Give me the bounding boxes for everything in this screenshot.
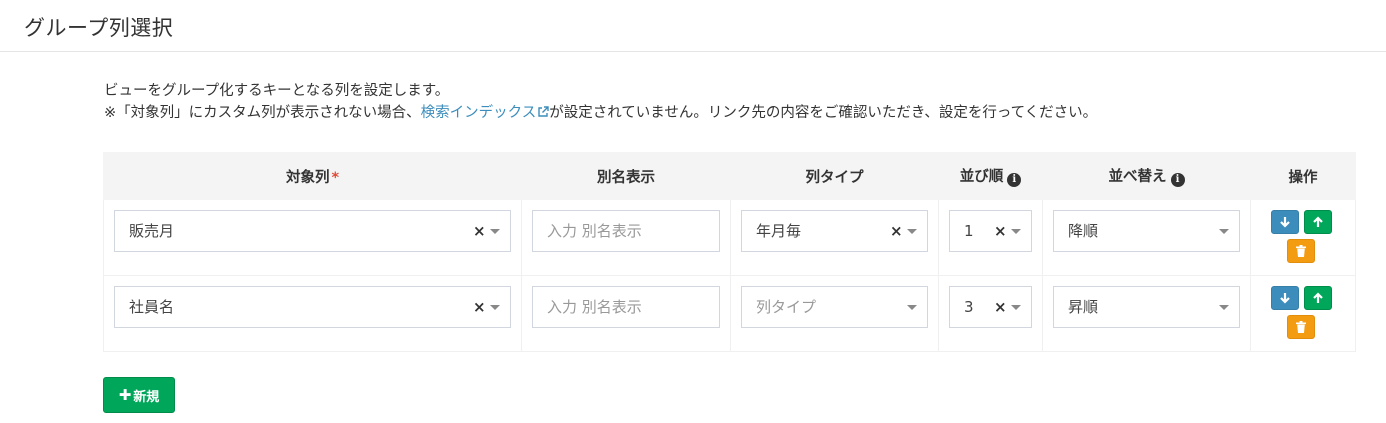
- description-line-1: ビューをグループ化するキーとなる列を設定します。: [104, 83, 450, 99]
- table-row: 販売月 × 入力 別名表示 年月毎 × 1 × 降順: [103, 199, 1356, 276]
- arrow-up-icon: [1313, 216, 1323, 227]
- column-type-placeholder: 列タイプ: [756, 298, 817, 316]
- clear-icon[interactable]: ×: [994, 287, 1007, 327]
- cell-order: 3 ×: [938, 275, 1043, 352]
- alias-input[interactable]: 入力 別名表示: [532, 286, 720, 328]
- header-alias: 別名表示: [521, 152, 731, 200]
- description-line-2-suffix: が設定されていません。リンク先の内容をご確認いただき、設定を行ってください。: [549, 105, 1098, 121]
- sort-value: 降順: [1068, 222, 1099, 240]
- target-column-value: 社員名: [129, 298, 175, 316]
- info-circle-icon[interactable]: i: [1007, 173, 1022, 187]
- target-column-value: 販売月: [129, 222, 175, 240]
- trash-icon: [1296, 321, 1306, 333]
- arrow-down-icon: [1280, 293, 1290, 304]
- move-down-button[interactable]: [1271, 286, 1299, 310]
- target-column-select[interactable]: 社員名 ×: [114, 286, 511, 328]
- info-circle-icon[interactable]: i: [1170, 173, 1185, 187]
- table-header-row: 対象列 * 別名表示 列タイプ 並び順 i 並べ替え i 操作: [103, 152, 1356, 200]
- add-new-button[interactable]: ✚ 新規: [103, 377, 175, 413]
- header-target-column: 対象列 *: [103, 152, 522, 200]
- cell-column-type: 年月毎 ×: [730, 199, 939, 276]
- chevron-down-icon[interactable]: [1011, 229, 1021, 234]
- alias-input[interactable]: 入力 別名表示: [532, 210, 720, 252]
- chevron-down-icon[interactable]: [1219, 229, 1229, 234]
- chevron-down-icon[interactable]: [490, 305, 500, 310]
- clear-icon[interactable]: ×: [473, 211, 486, 251]
- column-type-select[interactable]: 年月毎 ×: [741, 210, 928, 252]
- clear-icon[interactable]: ×: [994, 211, 1007, 251]
- plus-icon: ✚: [118, 386, 132, 404]
- move-up-button[interactable]: [1304, 286, 1332, 310]
- search-index-link[interactable]: 検索インデックス: [421, 105, 550, 121]
- order-select[interactable]: 3 ×: [949, 286, 1032, 328]
- order-value: 1: [964, 222, 974, 240]
- sort-value: 昇順: [1068, 298, 1099, 316]
- add-new-button-label: 新規: [133, 389, 160, 405]
- header-order-label: 並び順: [959, 169, 1004, 185]
- move-up-button[interactable]: [1304, 210, 1332, 234]
- table-row: 社員名 × 入力 別名表示 列タイプ 3 × 昇順: [103, 275, 1356, 352]
- description: ビューをグループ化するキーとなる列を設定します。 ※「対象列」にカスタム列が表示…: [104, 80, 1097, 124]
- cell-alias: 入力 別名表示: [521, 275, 731, 352]
- header-sort: 並べ替え i: [1042, 152, 1251, 200]
- header-actions: 操作: [1250, 152, 1356, 200]
- page-title: グループ列選択: [24, 16, 174, 40]
- order-select[interactable]: 1 ×: [949, 210, 1032, 252]
- required-mark: *: [331, 169, 340, 186]
- header-order: 並び順 i: [938, 152, 1043, 200]
- chevron-down-icon[interactable]: [490, 229, 500, 234]
- sort-select[interactable]: 昇順: [1053, 286, 1240, 328]
- search-index-link-label[interactable]: 検索インデックス: [421, 105, 537, 121]
- delete-button[interactable]: [1287, 315, 1315, 339]
- clear-icon[interactable]: ×: [890, 211, 903, 251]
- group-column-table: 対象列 * 別名表示 列タイプ 並び順 i 並べ替え i 操作 販売月 × 入力 別名…: [103, 152, 1356, 352]
- header-sort-label: 並べ替え: [1108, 169, 1167, 185]
- cell-actions: [1250, 275, 1356, 352]
- cell-actions: [1250, 199, 1356, 276]
- description-line-2: ※「対象列」にカスタム列が表示されない場合、検索インデックス が設定されていません…: [104, 102, 1097, 124]
- target-column-select[interactable]: 販売月 ×: [114, 210, 511, 252]
- delete-button[interactable]: [1287, 239, 1315, 263]
- trash-icon: [1296, 245, 1306, 257]
- order-value: 3: [964, 298, 974, 316]
- arrow-down-icon: [1280, 217, 1290, 228]
- cell-sort: 降順: [1042, 199, 1251, 276]
- cell-column-type: 列タイプ: [730, 275, 939, 352]
- cell-target: 販売月 ×: [103, 199, 522, 276]
- clear-icon[interactable]: ×: [473, 287, 486, 327]
- header-target-column-label: 対象列: [285, 169, 330, 186]
- chevron-down-icon[interactable]: [907, 305, 917, 310]
- cell-order: 1 ×: [938, 199, 1043, 276]
- cell-target: 社員名 ×: [103, 275, 522, 352]
- header-column-type: 列タイプ: [730, 152, 939, 200]
- move-down-button[interactable]: [1271, 210, 1299, 234]
- cell-alias: 入力 別名表示: [521, 199, 731, 276]
- external-link-icon[interactable]: [537, 106, 549, 118]
- chevron-down-icon[interactable]: [1011, 305, 1021, 310]
- chevron-down-icon[interactable]: [1219, 305, 1229, 310]
- page-header: グループ列選択: [0, 0, 1386, 52]
- description-line-2-prefix: ※「対象列」にカスタム列が表示されない場合、: [104, 105, 421, 121]
- column-type-select[interactable]: 列タイプ: [741, 286, 928, 328]
- chevron-down-icon[interactable]: [907, 229, 917, 234]
- cell-sort: 昇順: [1042, 275, 1251, 352]
- arrow-up-icon: [1313, 292, 1323, 303]
- sort-select[interactable]: 降順: [1053, 210, 1240, 252]
- column-type-value: 年月毎: [756, 222, 802, 240]
